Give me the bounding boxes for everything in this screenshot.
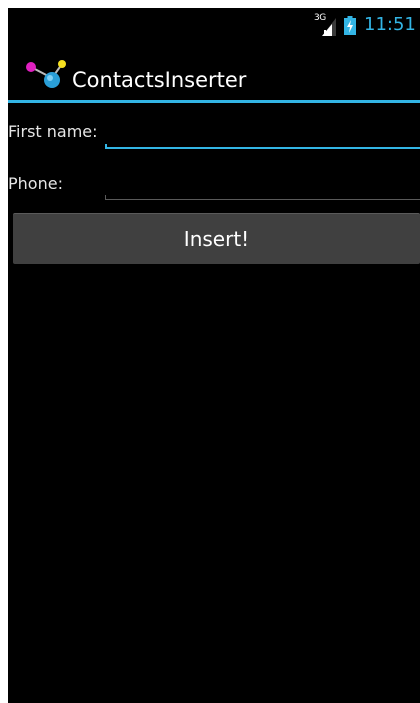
insert-button[interactable]: Insert! [13, 213, 420, 264]
app-molecule-icon[interactable] [22, 58, 70, 92]
action-bar: ContactsInserter [8, 42, 420, 100]
phone-label: Phone: [8, 174, 63, 193]
first-name-underline [105, 144, 420, 149]
phone-underline [105, 195, 420, 200]
app-title: ContactsInserter [72, 68, 247, 92]
first-name-label: First name: [8, 122, 98, 141]
battery-charging-icon [344, 16, 356, 35]
status-clock: 11:51 [364, 14, 416, 35]
status-bar: 3G 11:51 [8, 8, 420, 42]
action-bar-divider [8, 100, 420, 103]
device-screen: 3G 11:51 ContactsInserter First name: Ph… [8, 8, 420, 703]
signal-bars-icon [322, 18, 336, 36]
cell-signal-icon: 3G [314, 13, 338, 36]
